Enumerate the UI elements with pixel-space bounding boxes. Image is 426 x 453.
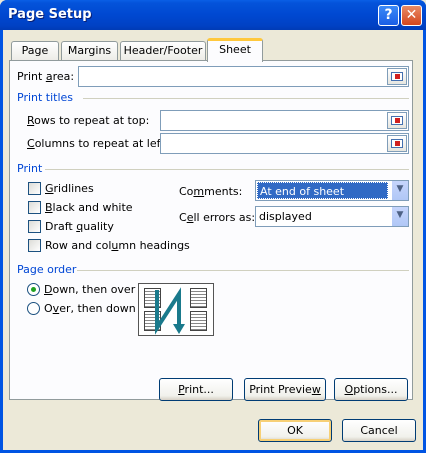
cell-errors-label: Cell errors as: bbox=[179, 211, 256, 224]
cancel-button[interactable]: Cancel bbox=[342, 419, 416, 442]
collapse-dialog-icon bbox=[391, 139, 403, 148]
window-title: Page Setup bbox=[8, 7, 92, 22]
gridlines-label[interactable]: Gridlines bbox=[45, 182, 94, 195]
columns-to-repeat-input[interactable] bbox=[160, 133, 409, 154]
ok-button[interactable]: OK bbox=[258, 419, 332, 442]
over-then-down-label[interactable]: Over, then down bbox=[44, 302, 136, 315]
help-button[interactable]: ? bbox=[378, 5, 399, 26]
comments-label: Comments: bbox=[179, 185, 243, 198]
page-setup-dialog: Page Setup ? ✕ Page Margins Header/Foote… bbox=[0, 0, 426, 453]
options-button[interactable]: Options... bbox=[334, 378, 408, 401]
draft-quality-checkbox[interactable] bbox=[28, 220, 41, 233]
print-divider bbox=[45, 169, 409, 170]
columns-to-repeat-label: Columns to repeat at left: bbox=[27, 137, 169, 150]
collapse-dialog-icon bbox=[391, 72, 403, 81]
page-order-heading: Page order bbox=[17, 263, 77, 276]
comments-value: At end of sheet bbox=[257, 182, 388, 199]
columns-collapse-button[interactable] bbox=[387, 135, 407, 152]
page-order-preview bbox=[138, 283, 214, 336]
collapse-dialog-icon bbox=[391, 116, 403, 125]
black-and-white-label[interactable]: Black and white bbox=[45, 201, 133, 214]
print-titles-divider bbox=[83, 98, 409, 99]
print-button[interactable]: Print... bbox=[159, 378, 233, 401]
print-area-collapse-button[interactable] bbox=[387, 68, 407, 85]
over-then-down-radio[interactable] bbox=[27, 302, 40, 315]
close-button[interactable]: ✕ bbox=[401, 5, 422, 26]
chevron-down-icon[interactable]: ▼ bbox=[391, 181, 408, 200]
tab-page[interactable]: Page bbox=[11, 41, 59, 61]
down-then-over-label[interactable]: Down, then over bbox=[44, 283, 135, 296]
cell-errors-dropdown[interactable]: displayed ▼ bbox=[255, 206, 409, 227]
down-then-over-radio[interactable] bbox=[27, 283, 40, 296]
print-heading: Print bbox=[17, 162, 43, 175]
row-column-headings-label[interactable]: Row and column headings bbox=[45, 239, 190, 252]
tab-margins[interactable]: Margins bbox=[61, 41, 118, 61]
print-area-label: Print area: bbox=[17, 70, 75, 83]
print-area-input[interactable] bbox=[78, 66, 409, 87]
print-titles-heading: Print titles bbox=[17, 91, 74, 104]
print-preview-button[interactable]: Print Preview bbox=[244, 378, 326, 401]
gridlines-checkbox[interactable] bbox=[28, 182, 41, 195]
cell-errors-value: displayed bbox=[259, 210, 312, 223]
comments-dropdown[interactable]: At end of sheet ▼ bbox=[255, 180, 409, 201]
rows-to-repeat-label: Rows to repeat at top: bbox=[27, 114, 150, 127]
chevron-down-icon[interactable]: ▼ bbox=[391, 207, 408, 226]
tab-sheet[interactable]: Sheet bbox=[207, 38, 263, 62]
tab-header-footer[interactable]: Header/Footer bbox=[120, 41, 206, 61]
title-bar[interactable]: Page Setup ? ✕ bbox=[0, 0, 426, 30]
rows-collapse-button[interactable] bbox=[387, 112, 407, 129]
draft-quality-label[interactable]: Draft quality bbox=[45, 220, 114, 233]
page-order-arrow-icon bbox=[155, 287, 185, 335]
black-and-white-checkbox[interactable] bbox=[28, 201, 41, 214]
rows-to-repeat-input[interactable] bbox=[160, 110, 409, 131]
dialog-body: Page Margins Header/Footer Sheet Print a… bbox=[3, 30, 423, 450]
row-column-headings-checkbox[interactable] bbox=[28, 239, 41, 252]
page-order-divider bbox=[77, 270, 409, 271]
